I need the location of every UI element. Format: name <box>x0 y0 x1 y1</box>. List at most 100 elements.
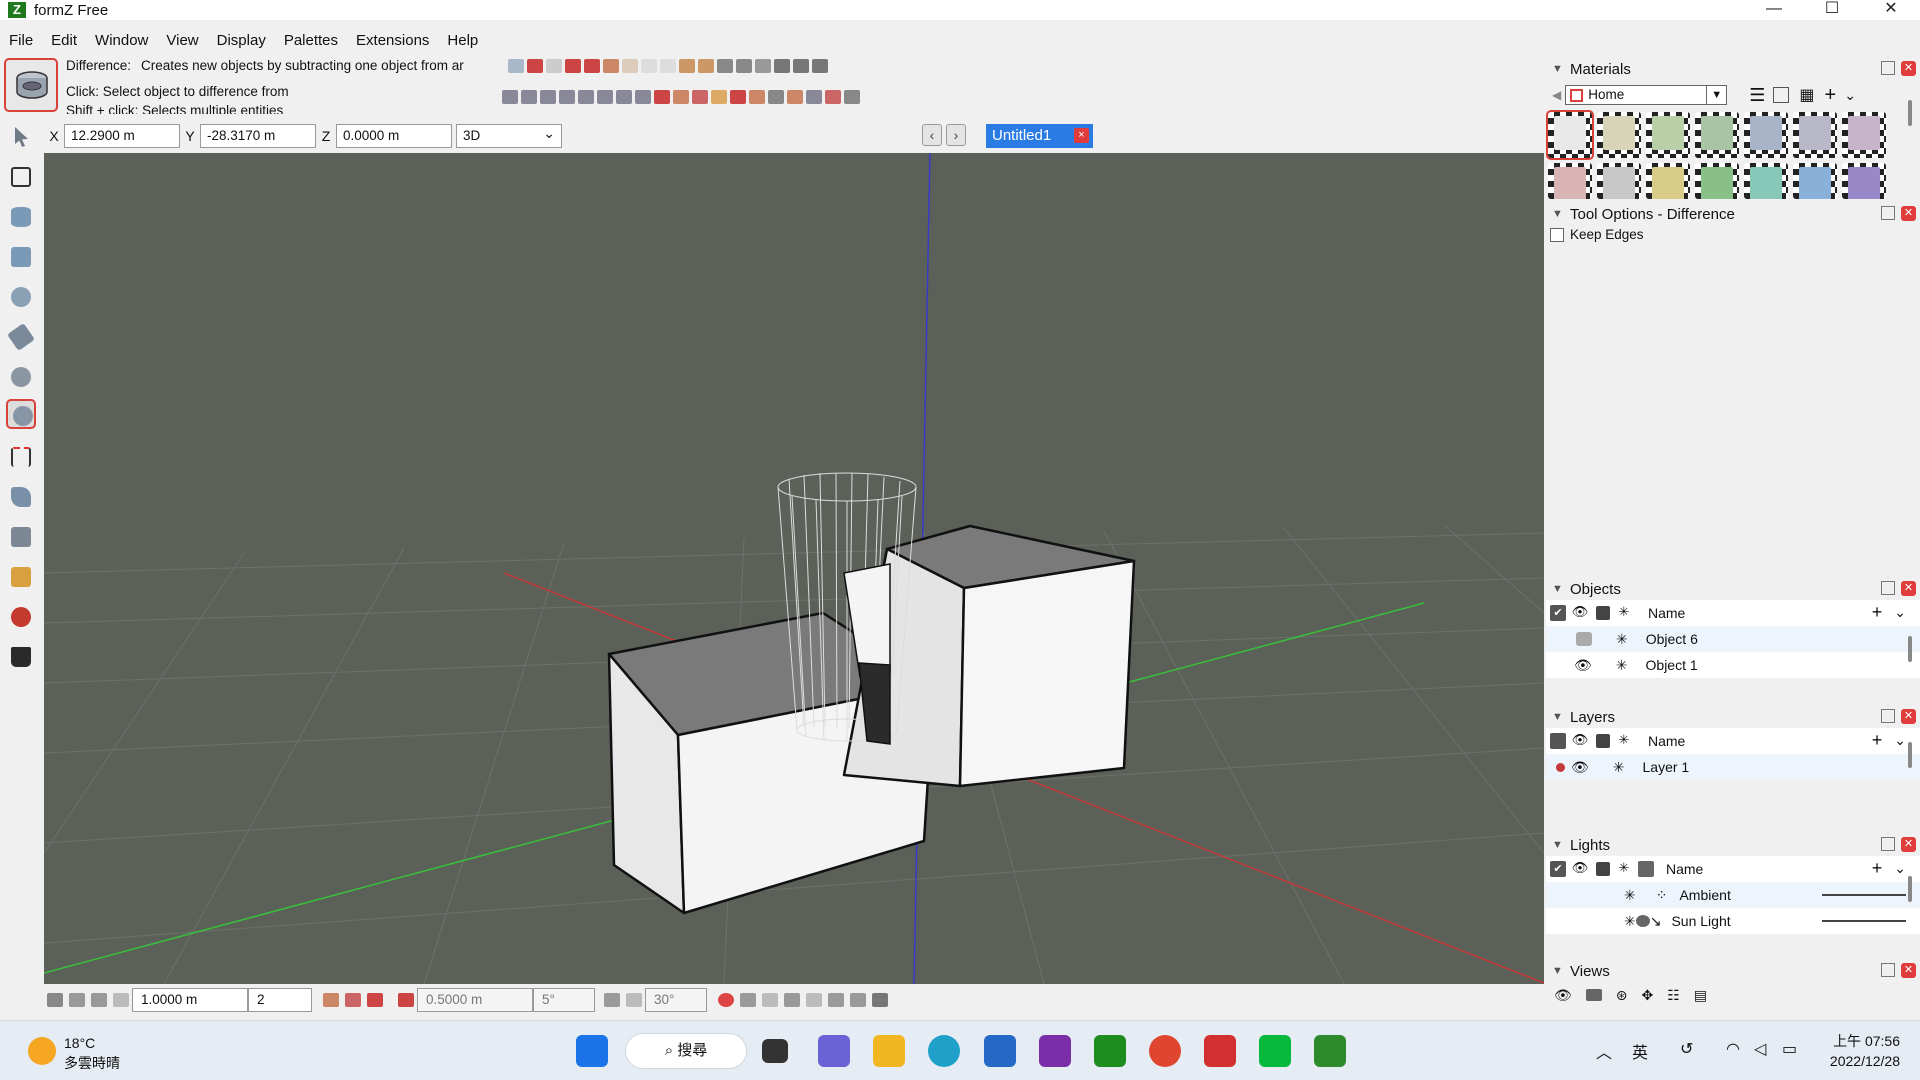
battery-icon[interactable]: ▭ <box>1782 1039 1797 1059</box>
snap-distance-icon[interactable] <box>398 993 414 1007</box>
tray-chevron-up-icon[interactable]: ︿ <box>1596 1039 1612 1063</box>
eye-icon[interactable]: 👁 <box>1571 759 1589 776</box>
formz-taskbar-icon[interactable] <box>1314 1035 1346 1067</box>
snap-grid-icon[interactable] <box>323 993 339 1007</box>
snap-distance-input[interactable]: 0.5000 m <box>417 988 533 1012</box>
grid-divisions-input[interactable]: 2 <box>248 988 312 1012</box>
tool-options-header[interactable]: ▼ Tool Options - Difference ✕ <box>1546 203 1920 225</box>
objects-header[interactable]: ▼ Objects ✕ <box>1546 578 1920 600</box>
toolbar-icon[interactable] <box>546 59 562 73</box>
toolbar-icon[interactable] <box>711 90 727 104</box>
toolbar-icon[interactable] <box>508 59 524 73</box>
panel-float-icon[interactable] <box>1881 581 1895 595</box>
toolbar-icon[interactable] <box>565 59 581 73</box>
materials-scrollbar[interactable] <box>1908 100 1912 126</box>
taskbar-search[interactable]: ⌕ 搜尋 <box>625 1033 747 1069</box>
toolbar-icon[interactable] <box>774 59 790 73</box>
panel-close-icon[interactable]: ✕ <box>1901 963 1916 978</box>
material-swatch[interactable] <box>1597 112 1641 158</box>
task-view-icon[interactable] <box>762 1039 788 1063</box>
snap-icon[interactable] <box>69 993 85 1007</box>
toolbar-icon[interactable] <box>578 90 594 104</box>
lights-scrollbar[interactable] <box>1908 876 1912 902</box>
minimize-button[interactable]: — <box>1745 0 1803 20</box>
material-swatch[interactable] <box>1548 163 1592 199</box>
angle-snap-icon[interactable] <box>626 993 642 1007</box>
panel-float-icon[interactable] <box>1881 837 1895 851</box>
object-row[interactable]: ✳ Object 6 <box>1546 626 1920 652</box>
toolbar-icon[interactable] <box>806 90 822 104</box>
active-layer-icon[interactable] <box>1556 762 1565 772</box>
snap-mode-icon[interactable] <box>740 993 756 1007</box>
light-row[interactable]: ✳ ↘ Sun Light <box>1546 908 1920 934</box>
eye-icon[interactable]: 👁 <box>1570 732 1590 750</box>
material-library-select[interactable]: Home ▼ <box>1565 85 1728 105</box>
grid-size-input[interactable]: 1.0000 m <box>132 988 248 1012</box>
toolbar-icon[interactable] <box>654 90 670 104</box>
layer-row[interactable]: 👁 ✳ Layer 1 <box>1546 754 1920 780</box>
sun-icon[interactable]: ✳ <box>1616 631 1628 648</box>
snap-mode-icon[interactable] <box>828 993 844 1007</box>
snap-mode-icon[interactable] <box>806 993 822 1007</box>
3d-viewport[interactable] <box>44 153 1544 984</box>
chevron-down-icon[interactable]: ▼ <box>1706 86 1726 104</box>
toolbar-icon[interactable] <box>755 59 771 73</box>
sun-icon[interactable]: ✳ <box>1614 860 1634 878</box>
collapse-triangle-icon[interactable]: ▼ <box>1552 583 1564 595</box>
add-layer-icon[interactable]: + <box>1872 731 1883 749</box>
lights-menu-chevron-icon[interactable]: ⌄ <box>1894 859 1906 877</box>
ruler-tool[interactable] <box>6 562 36 592</box>
back-arrow-icon[interactable]: ◀ <box>1552 88 1561 102</box>
snap-mode-icon[interactable] <box>784 993 800 1007</box>
toolbar-icon[interactable] <box>698 59 714 73</box>
list-view-icon[interactable]: ☰ <box>1749 85 1765 106</box>
material-swatch[interactable] <box>1646 163 1690 199</box>
plane-icon[interactable] <box>91 993 107 1007</box>
sun-icon[interactable]: ✳ <box>1614 604 1634 622</box>
shadow-icon[interactable] <box>1635 915 1650 927</box>
close-document-icon[interactable]: × <box>1074 128 1089 143</box>
single-view-icon[interactable] <box>1773 87 1790 103</box>
line-icon[interactable] <box>1259 1035 1291 1067</box>
eye-icon[interactable]: 👁 <box>1570 860 1590 878</box>
panel-close-icon[interactable]: ✕ <box>1901 837 1916 852</box>
ime-mode-icon[interactable]: ↺ <box>1680 1039 1693 1059</box>
toolbar-icon[interactable] <box>812 59 828 73</box>
collapse-triangle-icon[interactable]: ▼ <box>1552 965 1564 977</box>
eye-icon[interactable]: 👁 <box>1570 604 1590 622</box>
toolbar-icon[interactable] <box>679 59 695 73</box>
collapse-triangle-icon[interactable]: ▼ <box>1552 208 1564 220</box>
material-swatch[interactable] <box>1597 163 1641 199</box>
stack-tool[interactable] <box>6 362 36 392</box>
pan-icon[interactable]: ✥ <box>1642 987 1654 1004</box>
objects-scrollbar[interactable] <box>1908 636 1912 662</box>
toolbar-icon[interactable] <box>616 90 632 104</box>
materials-header[interactable]: ▼ Materials ✕ <box>1546 58 1920 80</box>
panel-float-icon[interactable] <box>1881 206 1895 220</box>
close-snap-icon[interactable] <box>872 993 888 1007</box>
sun-icon[interactable]: ✳ <box>1624 887 1636 904</box>
object-row[interactable]: 👁 ✳ Object 1 <box>1546 652 1920 678</box>
material-swatch[interactable] <box>1546 110 1594 160</box>
lights-header[interactable]: ▼ Lights ✕ <box>1546 834 1920 856</box>
sun-intensity-slider[interactable] <box>1822 920 1906 922</box>
z-coordinate-input[interactable]: 0.0000 m <box>336 124 452 148</box>
close-button[interactable]: ✕ <box>1862 0 1920 20</box>
keep-edges-checkbox[interactable] <box>1550 227 1564 242</box>
toolbar-icon[interactable] <box>768 90 784 104</box>
panel-close-icon[interactable]: ✕ <box>1901 206 1916 221</box>
toolbar-icon[interactable] <box>502 90 518 104</box>
app-icon[interactable] <box>1039 1035 1071 1067</box>
y-coordinate-input[interactable]: -28.3170 m <box>200 124 316 148</box>
toolbar-icon[interactable] <box>793 59 809 73</box>
grid-view-icon[interactable]: ▦ <box>1799 85 1814 105</box>
document-tab[interactable]: Untitled1 × <box>986 124 1093 148</box>
collapse-triangle-icon[interactable]: ▼ <box>1552 839 1564 851</box>
store-icon[interactable] <box>984 1035 1016 1067</box>
extrude-tool[interactable] <box>6 322 36 352</box>
menu-view[interactable]: View <box>157 32 207 49</box>
toolbar-icon[interactable] <box>635 90 651 104</box>
angle-step-input[interactable]: 5° <box>533 988 595 1012</box>
rectangle-tool[interactable] <box>6 162 36 192</box>
menu-help[interactable]: Help <box>438 32 487 49</box>
